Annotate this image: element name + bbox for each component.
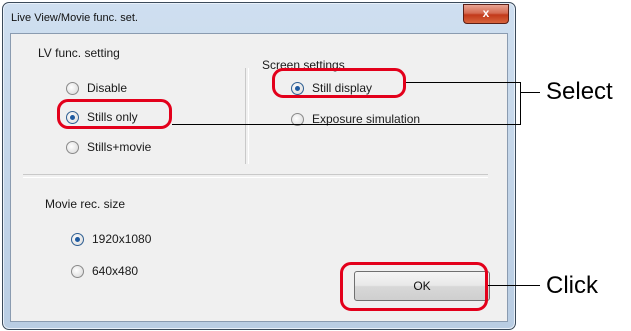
radio-1920x1080-label[interactable]: 1920x1080 bbox=[92, 232, 151, 246]
callout-line-select-pointer bbox=[520, 92, 540, 93]
highlight-ok-button bbox=[340, 262, 488, 311]
radio-1920x1080[interactable] bbox=[71, 233, 84, 246]
callout-click: Click bbox=[546, 272, 598, 299]
callout-select: Select bbox=[546, 78, 613, 105]
radio-640x480[interactable] bbox=[71, 265, 84, 278]
highlight-stills-only bbox=[57, 99, 172, 129]
radio-disable[interactable] bbox=[66, 82, 79, 95]
movie-rec-size-heading: Movie rec. size bbox=[45, 197, 126, 211]
callout-bracket bbox=[520, 82, 521, 125]
horizontal-separator bbox=[23, 174, 488, 178]
callout-line-click bbox=[488, 285, 540, 286]
title-bar[interactable]: Live View/Movie func. set. x bbox=[3, 3, 515, 33]
lv-func-heading: LV func. setting bbox=[38, 46, 120, 60]
callout-line-select-bottom bbox=[172, 124, 520, 125]
radio-disable-label[interactable]: Disable bbox=[87, 81, 127, 95]
close-button[interactable]: x bbox=[463, 4, 509, 24]
radio-640x480-label[interactable]: 640x480 bbox=[92, 264, 138, 278]
radio-stills-movie-label[interactable]: Stills+movie bbox=[87, 140, 151, 154]
highlight-still-display bbox=[272, 68, 406, 98]
vertical-separator bbox=[245, 68, 249, 164]
callout-line-select-top bbox=[406, 82, 520, 83]
close-icon: x bbox=[482, 6, 490, 20]
radio-stills-movie[interactable] bbox=[66, 141, 79, 154]
window-title: Live View/Movie func. set. bbox=[11, 12, 138, 24]
